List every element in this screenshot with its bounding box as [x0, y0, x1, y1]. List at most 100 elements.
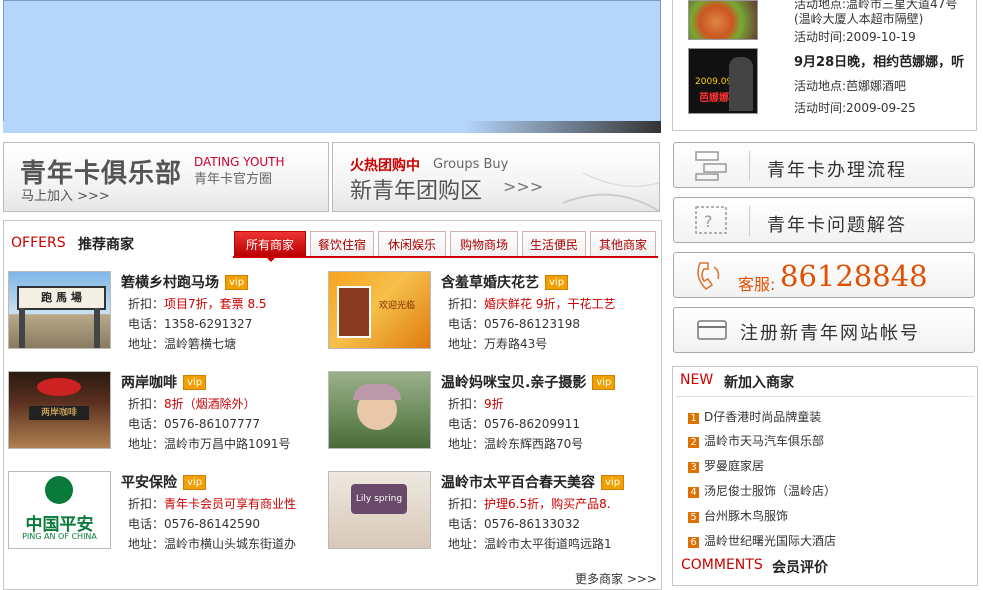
card-icon [697, 320, 727, 340]
florist-sign: 欢迎光临 [379, 301, 416, 311]
merchant-address: 地址：温岭箬横七塘 [128, 337, 237, 351]
hotline-number: 86128848 [780, 259, 928, 293]
vip-badge: vip [183, 375, 207, 390]
comments-title-en: COMMENTS [681, 557, 763, 573]
club-promo[interactable]: 青年卡俱乐部 DATING YOUTH 青年卡官方圈 马上加入 >>> [3, 142, 329, 212]
merchant-phone: 电话：1358-6291327 [128, 317, 253, 331]
groupbuy-promo[interactable]: 火热团购中 Groups Buy 新青年团购区 >>> [332, 142, 660, 212]
club-sub: 青年卡官方圈 [194, 172, 273, 187]
pingan-logo-en: PING AN OF CHINA [22, 532, 97, 541]
merchant-discount: 折扣：9折 [448, 397, 504, 411]
pingan-logo-icon [45, 476, 73, 504]
gate-pillar [94, 308, 100, 348]
active-tab-arrow [265, 256, 277, 262]
merchant-name[interactable]: 温岭妈咪宝贝.亲子摄影 vip [441, 372, 616, 392]
groupbuy-hot: 火热团购中 [350, 158, 420, 174]
groupbuy-en: Groups Buy [433, 157, 509, 172]
merchant-phone: 电话：0576-86133032 [448, 517, 580, 531]
tab-shopping[interactable]: 购物商场 [450, 231, 518, 256]
tab-food[interactable]: 餐饮住宿 [310, 231, 374, 256]
vip-badge: vip [225, 275, 249, 290]
more-merchants-link[interactable]: 更多商家 >>> [575, 570, 657, 587]
phone-icon [697, 262, 720, 290]
groupbuy-arrows: >>> [503, 177, 544, 196]
new-merchant-item[interactable]: 4 汤尼俊士服饰（温岭店） [688, 482, 836, 499]
merchant-discount: 折扣：8折（烟酒除外） [128, 397, 256, 411]
faq-label: 青年卡问题解答 [767, 215, 907, 236]
offers-title-cn: 推荐商家 [78, 237, 134, 253]
baby-hat [353, 384, 401, 400]
horse-farm-sign: 跑 馬 場 [17, 286, 106, 310]
merchant-address: 地址：万寿路43号 [448, 337, 548, 351]
merchant-name[interactable]: 含羞草婚庆花艺 vip [441, 272, 569, 292]
new-merchant-item[interactable]: 3 罗曼庭家居 [688, 457, 764, 474]
merchant-thumb-beauty[interactable]: Lily spring [328, 471, 431, 549]
event-date-2: 活动时间:2009-09-25 [794, 101, 916, 115]
vip-badge: vip [545, 275, 569, 290]
merchant-discount: 折扣：婚庆鲜花 9折，干花工艺 [448, 297, 616, 311]
poster-figure [729, 57, 753, 111]
merchant-name[interactable]: 温岭市太平百合春天美容 vip [441, 472, 625, 492]
divider [749, 151, 750, 181]
apply-process-button[interactable]: 青年卡办理流程 [673, 142, 975, 188]
event-thumb-poster[interactable]: 2009.09.28 芭娜娜 [688, 48, 758, 114]
new-merchant-item[interactable]: 6 温岭世纪曙光国际大酒店 [688, 532, 836, 549]
vip-badge: vip [601, 475, 625, 490]
merchant-discount: 折扣：青年卡会员可享有商业性 [128, 497, 297, 511]
new-merchants-box [672, 366, 978, 586]
merchant-thumb-cafe[interactable]: 两岸咖啡 [8, 371, 111, 449]
merchant-phone: 电话：0576-86209911 [448, 417, 580, 431]
merchant-phone: 电话：0576-86123198 [448, 317, 580, 331]
question-icon: ? [695, 206, 727, 234]
merchant-thumb-pingan[interactable]: 中国平安 PING AN OF CHINA [8, 471, 111, 549]
merchant-address: 地址：温岭东辉西路70号 [448, 437, 584, 451]
offers-title-en: OFFERS [11, 235, 66, 251]
merchant-phone: 电话：0576-86107777 [128, 417, 260, 431]
photo-frame [337, 286, 371, 338]
banner-control-bar [3, 121, 661, 133]
comments-title-cn: 会员评价 [772, 560, 828, 576]
club-join-link[interactable]: 马上加入 >>> [21, 185, 110, 204]
new-title-en: NEW [680, 372, 714, 388]
poster-title: 芭娜娜 [699, 93, 729, 104]
new-merchant-item[interactable]: 1 D仔香港时尚品牌童装 [688, 408, 821, 425]
merchant-discount: 折扣：护理6.5折，购买产品8. [448, 497, 611, 511]
tab-all[interactable]: 所有商家 [234, 231, 306, 256]
top-banner[interactable] [3, 0, 661, 133]
new-title-cn: 新加入商家 [724, 375, 794, 391]
event-title-2[interactable]: 9月28日晚，相约芭娜娜，听 [794, 51, 964, 70]
club-en: DATING YOUTH [194, 155, 285, 169]
merchant-phone: 电话：0576-86142590 [128, 517, 260, 531]
lantern [37, 378, 81, 396]
divider [749, 206, 750, 236]
tab-leisure[interactable]: 休闲娱乐 [378, 231, 446, 256]
merchant-name[interactable]: 箬横乡村跑马场 vip [121, 272, 249, 292]
tab-living[interactable]: 生活便民 [522, 231, 586, 256]
merchant-thumb-florist[interactable]: 欢迎光临 [328, 271, 431, 349]
register-button[interactable]: 注册新青年网站帐号 [673, 307, 975, 353]
event-thumb-food[interactable] [688, 0, 758, 40]
tabs-underline [233, 256, 658, 258]
tab-other[interactable]: 其他商家 [590, 231, 656, 256]
hotline-button[interactable]: 客服: 86128848 [673, 252, 975, 298]
cafe-sign: 两岸咖啡 [29, 406, 89, 420]
merchant-address: 地址：温岭市万昌中路1091号 [128, 437, 291, 451]
groupbuy-swoosh-icon [563, 172, 659, 211]
merchant-thumb-photo-studio[interactable] [328, 371, 431, 449]
hotline-prefix: 客服: [738, 275, 776, 294]
faq-button[interactable]: ? 青年卡问题解答 [673, 197, 975, 243]
merchant-name[interactable]: 平安保险 vip [121, 472, 207, 492]
merchant-thumb-horse-farm[interactable]: 跑 馬 場 [8, 271, 111, 349]
event-date-1: 活动时间:2009-10-19 [794, 30, 916, 44]
new-merchant-item[interactable]: 5 台州豚木鸟服饰 [688, 507, 788, 524]
event-place-2: 活动地点:芭娜娜酒吧 [794, 79, 907, 93]
merchant-address: 地址：温岭市太平街道鸣远路1 [448, 537, 612, 551]
merchant-name[interactable]: 两岸咖啡 vip [121, 372, 207, 392]
apply-process-label: 青年卡办理流程 [767, 160, 907, 181]
flowchart-icon [695, 151, 727, 181]
register-label: 注册新青年网站帐号 [740, 323, 920, 344]
new-merchant-item[interactable]: 2 温岭市天马汽车俱乐部 [688, 432, 824, 449]
vip-badge: vip [183, 475, 207, 490]
gate-pillar [19, 308, 25, 348]
event-place-1b: (温岭大厦人本超市隔壁) [794, 12, 924, 26]
